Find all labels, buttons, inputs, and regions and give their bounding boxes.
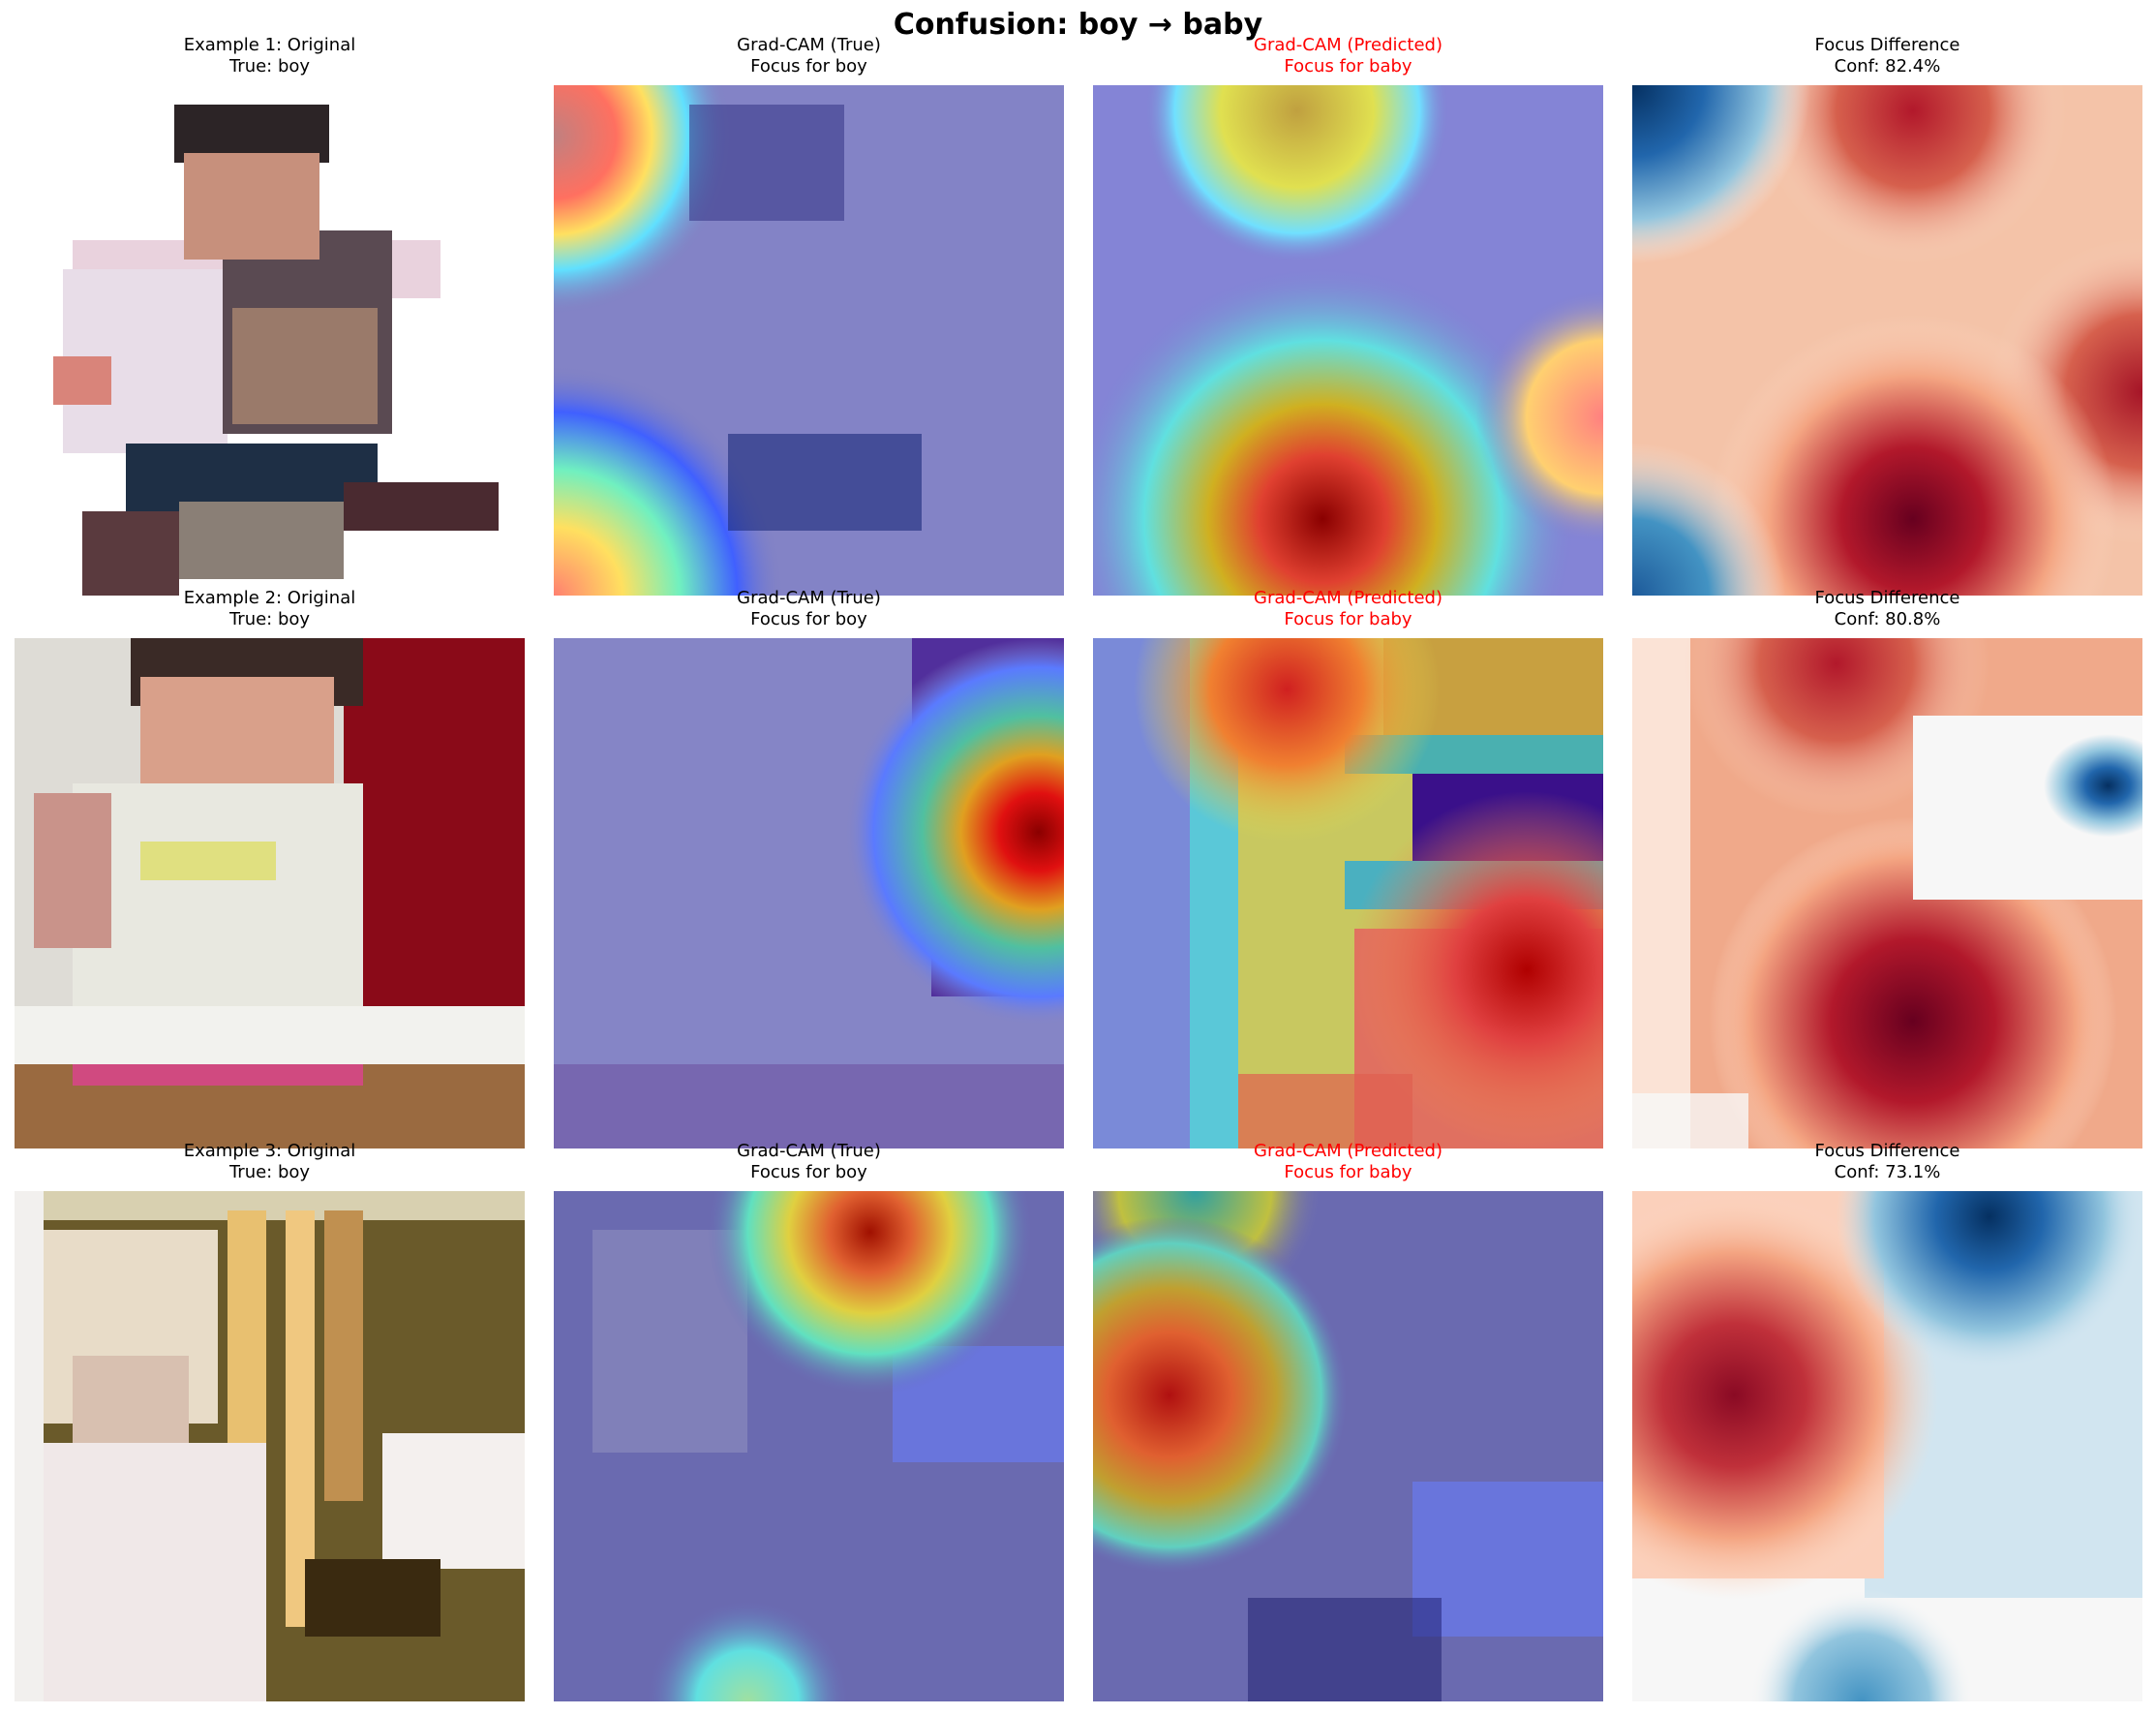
gradcam-predicted-heatmap [1093,85,1603,596]
gradcam-true-heatmap [554,638,1064,1148]
panel-title-line2: Focus for baby [1284,56,1412,77]
panel-title-line2: Conf: 82.4% [1834,56,1941,77]
focus-difference-map [1632,638,2142,1148]
panel-title-line2: Focus for boy [750,56,867,77]
gradcam-true-heatmap [554,1191,1064,1701]
panel-title-line1: Focus Difference [1814,588,1960,608]
panel-title-line1: Grad-CAM (True) [737,35,881,55]
panel-title-line2: Conf: 73.1% [1834,1162,1941,1182]
panel-title-line1: Grad-CAM (Predicted) [1254,1141,1442,1161]
panel-title-line1: Example 1: Original [183,35,356,55]
panel-title-line2: Focus for baby [1284,1162,1412,1182]
panel-title-line1: Focus Difference [1814,35,1960,55]
gradcam-predicted-heatmap [1093,638,1603,1148]
gradcam-true-heatmap [554,85,1064,596]
panel-title-line2: True: boy [228,1162,311,1182]
panel-title-line2: Conf: 80.8% [1834,609,1941,629]
panel-title-line1: Example 3: Original [183,1141,356,1161]
panel-title-line2: True: boy [228,56,311,77]
panel-title-line2: Focus for baby [1284,609,1412,629]
panel-title-line1: Grad-CAM (Predicted) [1254,588,1442,608]
panel-title-line1: Focus Difference [1814,1141,1960,1161]
focus-difference-map [1632,85,2142,596]
panel-title-line1: Grad-CAM (True) [737,588,881,608]
panel-title-line1: Grad-CAM (Predicted) [1254,35,1442,55]
original-image [15,85,525,596]
panel-title-line1: Example 2: Original [183,588,356,608]
panel-title-line2: Focus for boy [750,1162,867,1182]
focus-difference-map [1632,1191,2142,1701]
original-image [15,638,525,1148]
panel-title-line2: Focus for boy [750,609,867,629]
original-image [15,1191,525,1701]
gradcam-predicted-heatmap [1093,1191,1603,1701]
panel-title-line2: True: boy [228,609,311,629]
panel-title-line1: Grad-CAM (True) [737,1141,881,1161]
